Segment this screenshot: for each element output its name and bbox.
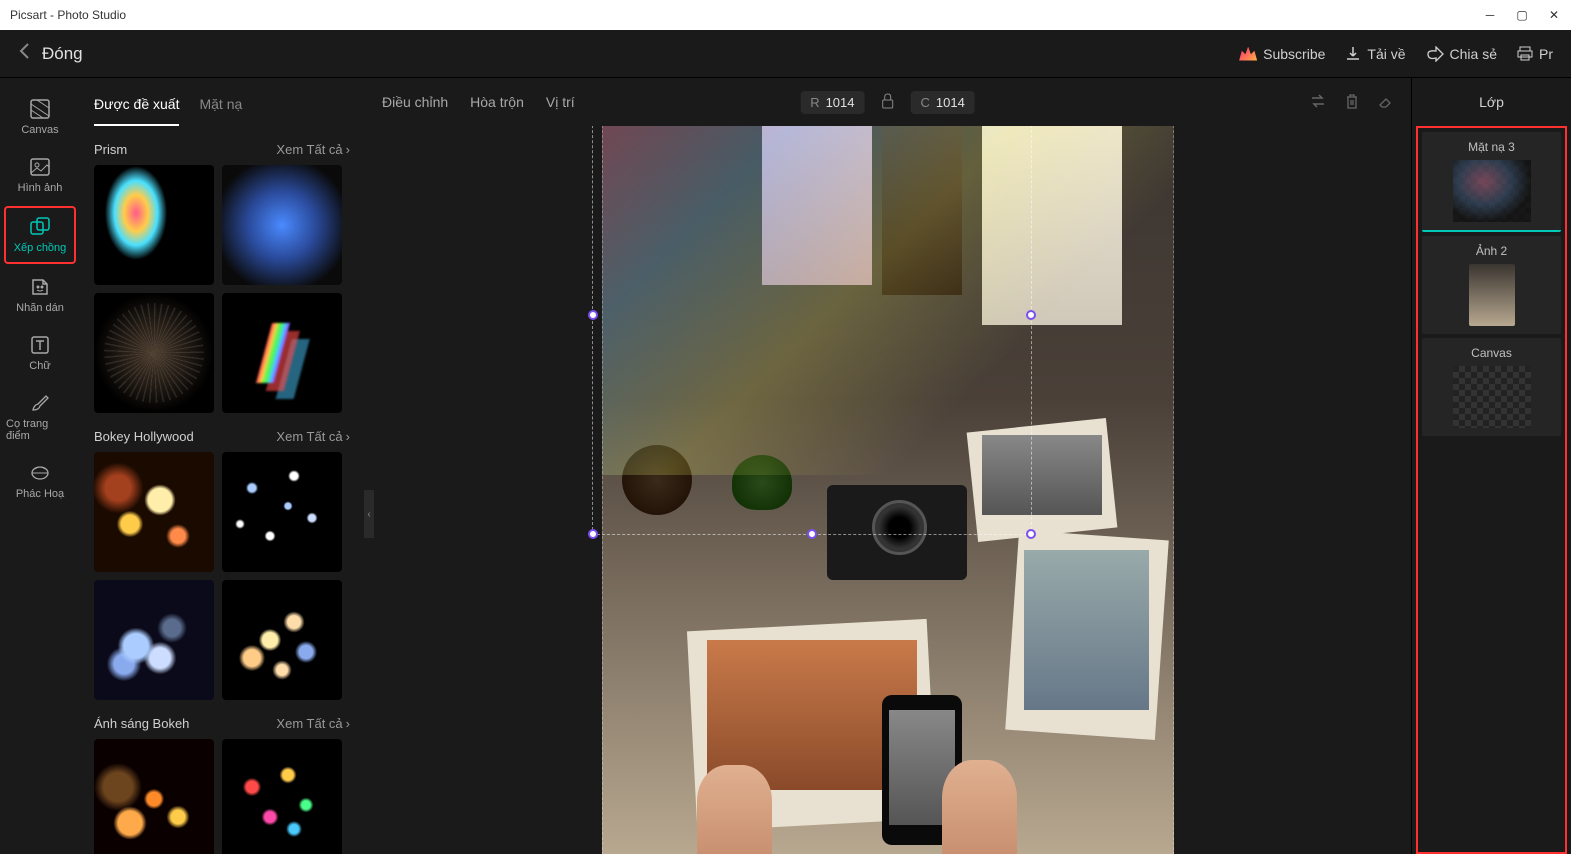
close-window-button[interactable]: ✕ xyxy=(1547,8,1561,22)
menu-blend[interactable]: Hòa trộn xyxy=(470,94,524,110)
lock-icon[interactable] xyxy=(881,93,895,112)
tool-sketch[interactable]: Phác Hoạ xyxy=(4,454,76,508)
subscribe-button[interactable]: Subscribe xyxy=(1239,46,1325,62)
collapse-left-tab[interactable]: ‹ xyxy=(364,490,374,538)
eraser-icon[interactable] xyxy=(1377,93,1393,112)
delete-icon[interactable] xyxy=(1345,93,1359,112)
overlay-thumb[interactable] xyxy=(94,293,214,413)
resize-handle[interactable] xyxy=(588,529,598,539)
resize-handle[interactable] xyxy=(1026,529,1036,539)
layers-title: Lớp xyxy=(1412,78,1571,126)
close-label[interactable]: Đóng xyxy=(42,44,83,64)
overlay-panel: Được đề xuất Mặt nạ Prism Xem Tất cả › B… xyxy=(80,78,364,854)
sketch-icon xyxy=(29,462,51,484)
window-titlebar: Picsart - Photo Studio ─ ▢ ✕ xyxy=(0,0,1571,30)
overlay-thumb[interactable] xyxy=(94,165,214,285)
maximize-button[interactable]: ▢ xyxy=(1515,8,1529,22)
overlay-thumb[interactable] xyxy=(94,739,214,854)
back-icon[interactable] xyxy=(18,42,30,65)
resize-handle[interactable] xyxy=(1026,310,1036,320)
layer-item[interactable]: Ảnh 2 xyxy=(1422,236,1561,334)
see-all-link[interactable]: Xem Tất cả › xyxy=(276,429,350,444)
layer-item[interactable]: Canvas xyxy=(1422,338,1561,436)
tab-mask[interactable]: Mặt nạ xyxy=(199,96,242,126)
category-title: Ánh sáng Bokeh xyxy=(94,716,189,731)
dimension-c[interactable]: C 1014 xyxy=(911,91,975,114)
window-title: Picsart - Photo Studio xyxy=(10,8,126,22)
layer-thumb xyxy=(1469,264,1515,326)
overlay-thumb[interactable] xyxy=(222,293,342,413)
chevron-right-icon: › xyxy=(346,716,350,731)
resize-handle[interactable] xyxy=(807,529,817,539)
see-all-link[interactable]: Xem Tất cả › xyxy=(276,142,350,157)
canvas-icon xyxy=(29,98,51,120)
overlay-icon xyxy=(29,216,51,238)
see-all-link[interactable]: Xem Tất cả › xyxy=(276,716,350,731)
tool-image[interactable]: Hình ảnh xyxy=(4,148,76,202)
resize-handle[interactable] xyxy=(588,310,598,320)
overlay-thumb[interactable] xyxy=(222,165,342,285)
print-button[interactable]: Pr xyxy=(1517,46,1553,62)
tool-overlay[interactable]: Xếp chồng xyxy=(4,206,76,264)
category-title: Prism xyxy=(94,142,127,157)
minimize-button[interactable]: ─ xyxy=(1483,8,1497,22)
dimension-r[interactable]: R 1014 xyxy=(800,91,864,114)
brush-icon xyxy=(29,392,51,414)
layer-thumb xyxy=(1453,366,1531,428)
chevron-right-icon: › xyxy=(346,142,350,157)
layer-item[interactable]: Mặt nạ 3 xyxy=(1422,132,1561,232)
canvas-area: Điều chỉnh Hòa trộn Vị trí R 1014 C 1014 xyxy=(364,78,1411,854)
overlay-thumb[interactable] xyxy=(94,452,214,572)
share-button[interactable]: Chia sẻ xyxy=(1426,46,1497,62)
chevron-right-icon: › xyxy=(346,429,350,444)
print-icon xyxy=(1517,46,1533,62)
crown-icon xyxy=(1239,47,1257,61)
canvas-image[interactable] xyxy=(602,126,1174,854)
tool-sticker[interactable]: Nhãn dán xyxy=(4,268,76,322)
share-icon xyxy=(1426,46,1444,62)
selection-box[interactable] xyxy=(592,126,1032,535)
overlay-thumb[interactable] xyxy=(222,580,342,700)
menu-adjust[interactable]: Điều chỉnh xyxy=(382,94,448,110)
download-button[interactable]: Tải về xyxy=(1345,46,1405,62)
image-icon xyxy=(29,156,51,178)
tool-rail: Canvas Hình ảnh Xếp chồng Nhãn dán Chữ C… xyxy=(0,78,80,854)
tool-text[interactable]: Chữ xyxy=(4,326,76,380)
category-title: Bokey Hollywood xyxy=(94,429,194,444)
tool-canvas[interactable]: Canvas xyxy=(4,90,76,144)
sticker-icon xyxy=(29,276,51,298)
tool-brush[interactable]: Cọ trang điểm xyxy=(4,384,76,450)
overlay-thumb[interactable] xyxy=(94,580,214,700)
overlay-thumb[interactable] xyxy=(222,452,342,572)
canvas-stage[interactable]: ‹ xyxy=(364,126,1411,854)
download-icon xyxy=(1345,46,1361,62)
layer-thumb xyxy=(1453,160,1531,222)
layers-list: Mặt nạ 3 Ảnh 2 Canvas xyxy=(1416,126,1567,854)
swap-icon[interactable] xyxy=(1309,93,1327,112)
tab-suggested[interactable]: Được đề xuất xyxy=(94,96,179,126)
overlay-thumb[interactable] xyxy=(222,739,342,854)
app-header: Đóng Subscribe Tải về Chia sẻ Pr xyxy=(0,30,1571,78)
layers-panel: Lớp Mặt nạ 3 Ảnh 2 Canvas xyxy=(1411,78,1571,854)
text-icon xyxy=(29,334,51,356)
menu-position[interactable]: Vị trí xyxy=(546,94,575,110)
